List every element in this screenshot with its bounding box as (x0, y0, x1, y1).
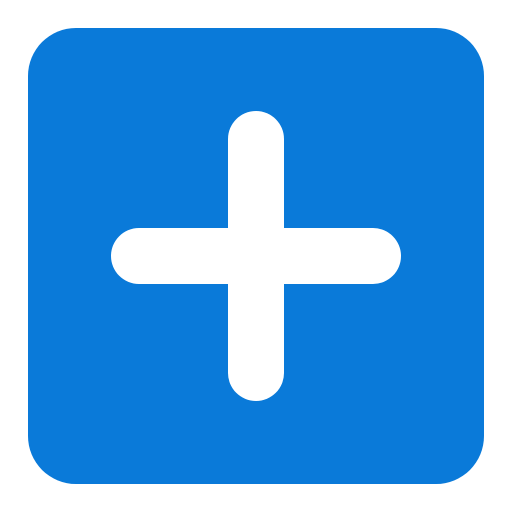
canvas (0, 0, 512, 512)
plus-icon (111, 111, 401, 401)
add-button[interactable] (28, 28, 484, 484)
